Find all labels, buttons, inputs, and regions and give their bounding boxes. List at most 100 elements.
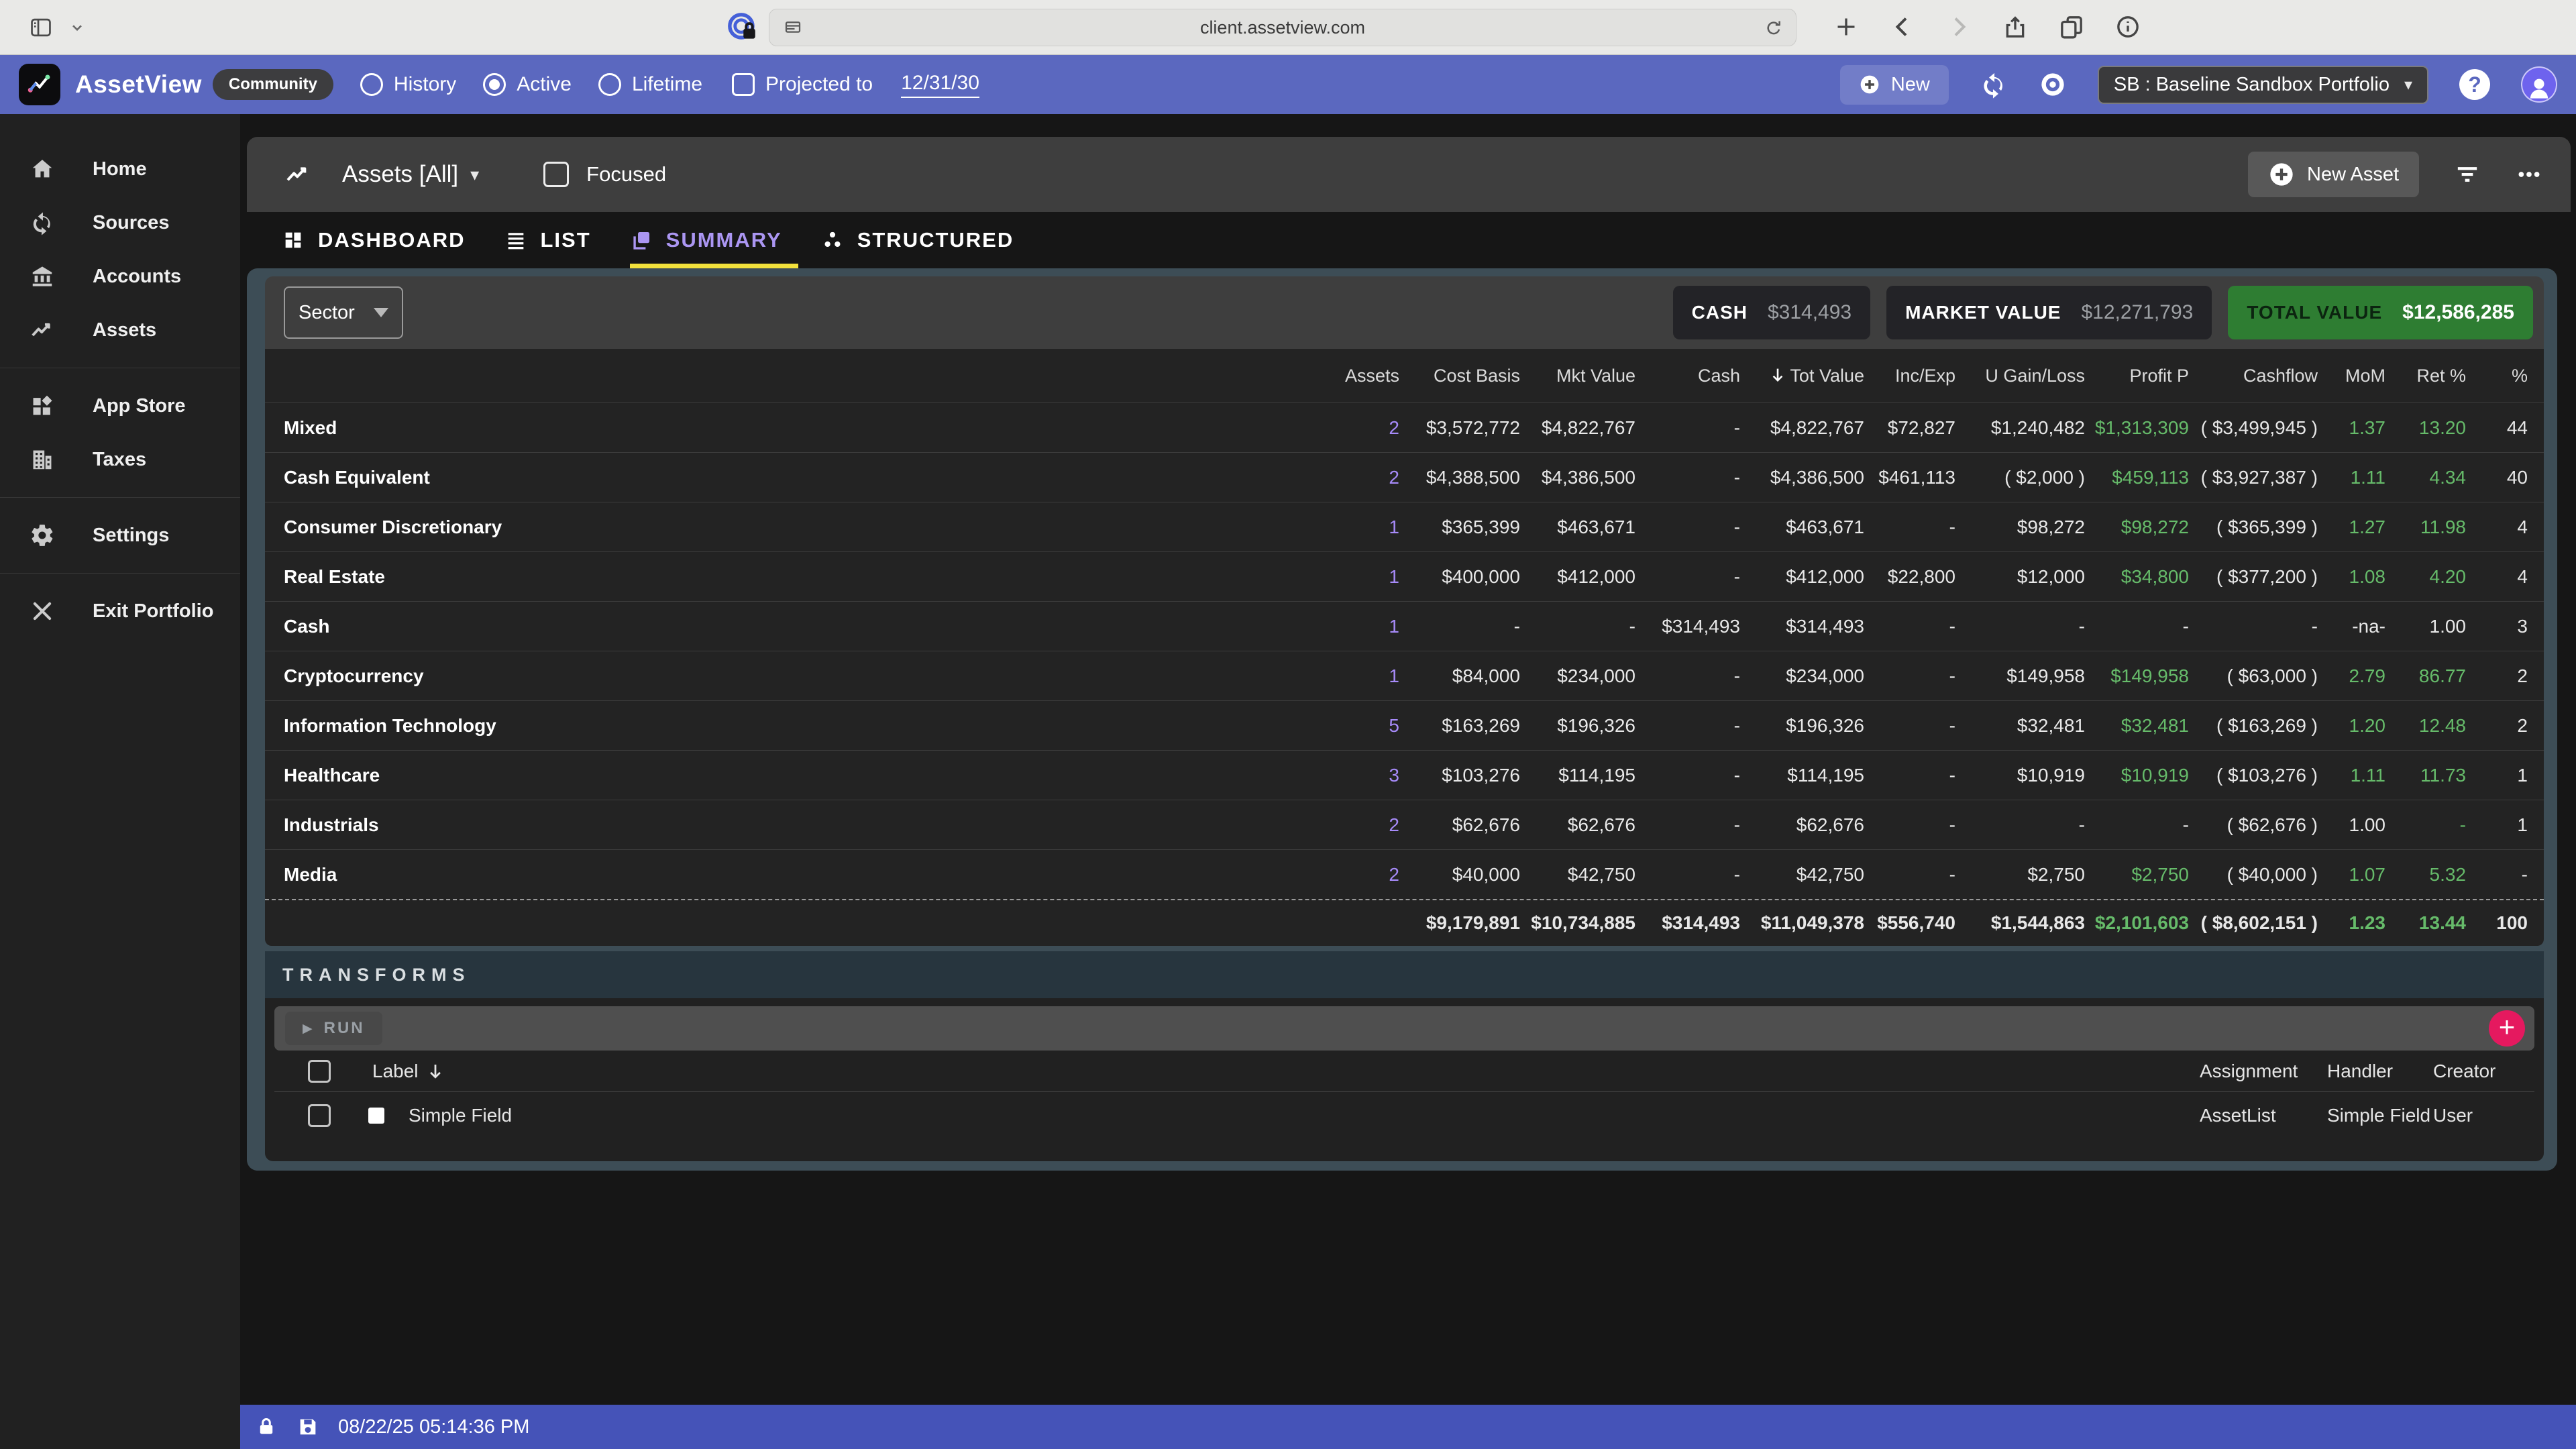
- table-row-mixed[interactable]: Mixed2$3,572,772$4,822,767-$4,822,767$72…: [265, 402, 2544, 452]
- asset-count-link[interactable]: 2: [1292, 417, 1399, 439]
- assignment-value: AssetList: [2200, 1105, 2276, 1126]
- select-all-checkbox[interactable]: [308, 1060, 331, 1083]
- sidebar-item-accounts[interactable]: Accounts: [0, 250, 240, 303]
- asset-count-link[interactable]: 1: [1292, 665, 1399, 687]
- add-transform-button[interactable]: +: [2489, 1010, 2525, 1046]
- asset-count-link[interactable]: 2: [1292, 467, 1399, 488]
- chevron-down-icon[interactable]: [68, 19, 86, 36]
- sidebar-item-home[interactable]: Home: [0, 142, 240, 196]
- tabs-overview-icon[interactable]: [2058, 13, 2085, 40]
- browser-toolbar: client.assetview.com: [0, 0, 2576, 55]
- table-row-cash-equivalent[interactable]: Cash Equivalent2$4,388,500$4,386,500-$4,…: [265, 452, 2544, 502]
- back-icon[interactable]: [1889, 13, 1916, 40]
- column-header-assets[interactable]: Assets: [1292, 366, 1399, 386]
- table-row-real-estate[interactable]: Real Estate1$400,000$412,000-$412,000$22…: [265, 551, 2544, 601]
- plus-circle-icon: [2268, 161, 2295, 188]
- target-icon[interactable]: [2039, 70, 2067, 99]
- asset-count-link[interactable]: 1: [1292, 616, 1399, 637]
- asset-count-link[interactable]: 1: [1292, 566, 1399, 588]
- privacy-shield-icon[interactable]: [726, 11, 759, 44]
- field-type-icon: [368, 1108, 384, 1124]
- projected-checkbox[interactable]: Projected to: [732, 73, 873, 96]
- sidebar-item-sources[interactable]: Sources: [0, 196, 240, 250]
- column-header-inc-exp[interactable]: Inc/Exp: [1864, 366, 1955, 386]
- mode-radio-lifetime[interactable]: Lifetime: [598, 73, 702, 96]
- table-row-cryptocurrency[interactable]: Cryptocurrency1$84,000$234,000-$234,000-…: [265, 651, 2544, 700]
- avatar[interactable]: [2521, 66, 2557, 103]
- column-header-cashflow[interactable]: Cashflow: [2189, 366, 2318, 386]
- tab-bar: DASHBOARD LIST SUMMARY STRUCTURED: [247, 212, 2571, 268]
- table-row-cash[interactable]: Cash1--$314,493$314,493-----na-1.003: [265, 601, 2544, 651]
- column-header-tot-value[interactable]: Tot Value: [1740, 366, 1864, 386]
- sidebar-item-app-store[interactable]: App Store: [0, 379, 240, 433]
- new-tab-icon[interactable]: [1833, 13, 1860, 40]
- share-icon[interactable]: [2002, 13, 2029, 40]
- filter-bar: Sector CASH$314,493MARKET VALUE$12,271,7…: [265, 276, 2544, 349]
- column-header-profit-p[interactable]: Profit P: [2085, 366, 2189, 386]
- sidebar-item-assets[interactable]: Assets: [0, 303, 240, 357]
- column-header-cash[interactable]: Cash: [1635, 366, 1740, 386]
- tab-structured[interactable]: STRUCTURED: [821, 212, 1014, 268]
- table-row-consumer-discretionary[interactable]: Consumer Discretionary1$365,399$463,671-…: [265, 502, 2544, 551]
- close-icon: [30, 598, 55, 624]
- sidebar-toggle-icon[interactable]: [28, 15, 54, 40]
- caret-down-icon[interactable]: ▾: [470, 164, 479, 185]
- mode-radio-active[interactable]: Active: [483, 73, 572, 96]
- sidebar-item-exit-portfolio[interactable]: Exit Portfolio: [0, 584, 240, 638]
- row-checkbox[interactable]: [308, 1104, 331, 1127]
- column-header-cost-basis[interactable]: Cost Basis: [1399, 366, 1520, 386]
- lock-icon[interactable]: [255, 1415, 278, 1438]
- column-header-[interactable]: %: [2466, 366, 2528, 386]
- asset-count-link[interactable]: 2: [1292, 814, 1399, 836]
- new-button[interactable]: New: [1840, 65, 1949, 105]
- sidebar-item-settings[interactable]: Settings: [0, 508, 240, 562]
- table-row-media[interactable]: Media2$40,000$42,750-$42,750-$2,750$2,75…: [265, 849, 2544, 899]
- view-title-dropdown[interactable]: Assets [All]: [342, 161, 458, 188]
- sidebar-item-taxes[interactable]: Taxes: [0, 433, 240, 486]
- projected-date-link[interactable]: 12/31/30: [901, 72, 979, 98]
- table-row-industrials[interactable]: Industrials2$62,676$62,676-$62,676---( $…: [265, 800, 2544, 849]
- save-icon[interactable]: [297, 1415, 319, 1438]
- creator-column-header: Creator: [2433, 1061, 2496, 1082]
- run-button[interactable]: ▶ RUN: [285, 1012, 382, 1045]
- radio-icon[interactable]: [360, 73, 383, 96]
- mode-radio-history[interactable]: History: [360, 73, 456, 96]
- column-header-mkt-value[interactable]: Mkt Value: [1520, 366, 1635, 386]
- portfolio-selector[interactable]: SB : Baseline Sandbox Portfolio ▾: [2098, 66, 2428, 104]
- transforms-section-title: TRANSFORMS: [265, 951, 2544, 998]
- group-by-select[interactable]: Sector: [284, 286, 403, 339]
- projected-checkbox-box[interactable]: [732, 73, 755, 96]
- column-header-ret[interactable]: Ret %: [2385, 366, 2466, 386]
- radio-icon[interactable]: [483, 73, 506, 96]
- label-column-header[interactable]: Label: [372, 1061, 445, 1082]
- filter-icon[interactable]: [2454, 161, 2481, 188]
- address-bar[interactable]: client.assetview.com: [769, 9, 1796, 46]
- handler-column-header: Handler: [2327, 1061, 2393, 1082]
- transforms-header-row: Label Assignment Handler Creator: [274, 1051, 2534, 1092]
- transforms-panel: ▶ RUN + Label Assignment Handler Creator…: [265, 998, 2544, 1161]
- reload-icon[interactable]: [1764, 18, 1784, 38]
- column-header-u-gain-loss[interactable]: U Gain/Loss: [1955, 366, 2085, 386]
- tab-list[interactable]: LIST: [504, 212, 591, 268]
- app-logo-icon: [25, 70, 54, 99]
- column-header-mom[interactable]: MoM: [2318, 366, 2385, 386]
- more-options-icon[interactable]: [2516, 161, 2542, 188]
- new-asset-button[interactable]: New Asset: [2248, 152, 2419, 197]
- caret-down-icon: ▾: [2404, 75, 2412, 95]
- table-row-healthcare[interactable]: Healthcare3$103,276$114,195-$114,195-$10…: [265, 750, 2544, 800]
- help-button[interactable]: ?: [2459, 69, 2490, 100]
- info-icon[interactable]: [2114, 13, 2141, 40]
- tab-dashboard[interactable]: DASHBOARD: [282, 212, 466, 268]
- asset-count-link[interactable]: 1: [1292, 517, 1399, 538]
- asset-count-link[interactable]: 5: [1292, 715, 1399, 737]
- table-row-information-technology[interactable]: Information Technology5$163,269$196,326-…: [265, 700, 2544, 750]
- transform-row-simple-field[interactable]: Simple FieldAssetListSimple FieldUser: [274, 1092, 2534, 1139]
- tab-summary[interactable]: SUMMARY: [630, 212, 782, 268]
- refresh-icon[interactable]: [1980, 70, 2008, 99]
- focused-checkbox[interactable]: [543, 162, 569, 187]
- asset-count-link[interactable]: 2: [1292, 864, 1399, 885]
- person-icon: [2525, 73, 2553, 101]
- asset-count-link[interactable]: 3: [1292, 765, 1399, 786]
- radio-icon[interactable]: [598, 73, 621, 96]
- summary-table-header: AssetsCost BasisMkt ValueCashTot ValueIn…: [265, 349, 2544, 402]
